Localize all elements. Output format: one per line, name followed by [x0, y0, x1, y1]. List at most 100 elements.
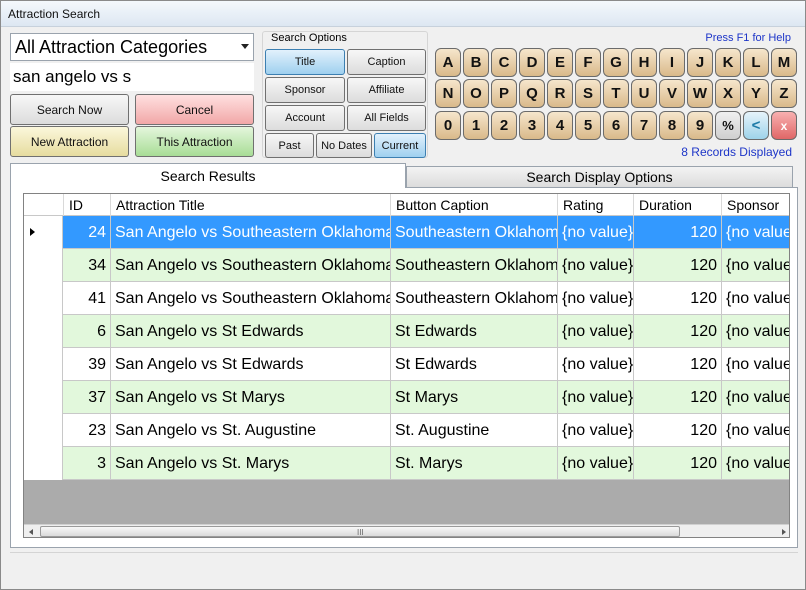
key-n[interactable]: N — [435, 79, 461, 108]
table-row[interactable]: 41 San Angelo vs Southeastern Oklahoma Sou… — [24, 282, 789, 315]
key-7[interactable]: 7 — [631, 111, 657, 140]
key-d[interactable]: D — [519, 48, 545, 77]
cell-duration[interactable]: 120 — [634, 348, 722, 381]
key-m[interactable]: M — [771, 48, 797, 77]
cell-duration[interactable]: 120 — [634, 414, 722, 447]
table-row[interactable]: 39 San Angelo vs St Edwards St Edwards {no … — [24, 348, 789, 381]
table-row[interactable]: 6 San Angelo vs St Edwards St Edwards {no v… — [24, 315, 789, 348]
cell-rating[interactable]: {no value} — [558, 414, 634, 447]
key-4[interactable]: 4 — [547, 111, 573, 140]
key-2[interactable]: 2 — [491, 111, 517, 140]
cell-title[interactable]: San Angelo vs St Edwards — [111, 315, 391, 348]
cell-caption[interactable]: Southeastern Oklahom — [391, 249, 558, 282]
cell-sponsor[interactable]: {no value} — [722, 249, 789, 282]
results-grid[interactable]: ID Attraction Title Button Caption Ratin… — [23, 193, 790, 538]
row-header[interactable] — [24, 282, 63, 315]
cell-id[interactable]: 24 — [64, 216, 111, 249]
cell-id[interactable]: 39 — [64, 348, 111, 381]
table-row[interactable]: 34 San Angelo vs Southeastern Oklahoma Sou… — [24, 249, 789, 282]
cell-id[interactable]: 34 — [64, 249, 111, 282]
key-y[interactable]: Y — [743, 79, 769, 108]
cancel-button[interactable]: Cancel — [135, 94, 254, 125]
key-w[interactable]: W — [687, 79, 713, 108]
scroll-left-icon[interactable] — [29, 529, 33, 535]
column-header-sponsor[interactable]: Sponsor — [722, 194, 789, 216]
option-affiliate-button[interactable]: Affiliate — [347, 77, 426, 103]
cell-rating[interactable]: {no value} — [558, 315, 634, 348]
key-q[interactable]: Q — [519, 79, 545, 108]
key-5[interactable]: 5 — [575, 111, 601, 140]
cell-sponsor[interactable]: {no value} — [722, 282, 789, 315]
key-g[interactable]: G — [603, 48, 629, 77]
cell-title[interactable]: San Angelo vs Southeastern Oklahoma — [111, 249, 391, 282]
row-header[interactable] — [24, 447, 63, 480]
cell-duration[interactable]: 120 — [634, 381, 722, 414]
row-header[interactable] — [24, 348, 63, 381]
key-t[interactable]: T — [603, 79, 629, 108]
cell-sponsor[interactable]: {no value} — [722, 381, 789, 414]
cell-duration[interactable]: 120 — [634, 216, 722, 249]
key-h[interactable]: H — [631, 48, 657, 77]
key-z[interactable]: Z — [771, 79, 797, 108]
option-sponsor-button[interactable]: Sponsor — [265, 77, 345, 103]
cell-caption[interactable]: St Marys — [391, 381, 558, 414]
cell-caption[interactable]: Southeastern Oklahom — [391, 282, 558, 315]
cell-title[interactable]: San Angelo vs St. Augustine — [111, 414, 391, 447]
cell-duration[interactable]: 120 — [634, 249, 722, 282]
row-header[interactable] — [24, 249, 63, 282]
category-select[interactable]: All Attraction Categories — [10, 33, 254, 61]
search-now-button[interactable]: Search Now — [10, 94, 129, 125]
key-p[interactable]: P — [491, 79, 517, 108]
key-o[interactable]: O — [463, 79, 489, 108]
key-a[interactable]: A — [435, 48, 461, 77]
key-i[interactable]: I — [659, 48, 685, 77]
row-header[interactable] — [24, 414, 63, 447]
column-header-rating[interactable]: Rating — [558, 194, 634, 216]
cell-duration[interactable]: 120 — [634, 447, 722, 480]
cell-sponsor[interactable]: {no value} — [722, 447, 789, 480]
key-f[interactable]: F — [575, 48, 601, 77]
table-row[interactable]: 3 San Angelo vs St. Marys St. Marys {no val… — [24, 447, 789, 480]
row-header[interactable] — [24, 315, 63, 348]
key-backspace[interactable]: < — [743, 111, 769, 140]
column-header-caption[interactable]: Button Caption — [391, 194, 558, 216]
cell-caption[interactable]: St. Marys — [391, 447, 558, 480]
cell-id[interactable]: 23 — [64, 414, 111, 447]
key-v[interactable]: V — [659, 79, 685, 108]
cell-duration[interactable]: 120 — [634, 315, 722, 348]
cell-id[interactable]: 41 — [64, 282, 111, 315]
key-percent[interactable]: % — [715, 111, 741, 140]
search-input[interactable] — [10, 63, 254, 91]
new-attraction-button[interactable]: New Attraction — [10, 126, 129, 157]
key-k[interactable]: K — [715, 48, 741, 77]
key-r[interactable]: R — [547, 79, 573, 108]
cell-sponsor[interactable]: {no value} — [722, 348, 789, 381]
horizontal-scrollbar[interactable]: III — [24, 524, 789, 537]
row-header[interactable] — [24, 381, 63, 414]
cell-title[interactable]: San Angelo vs St. Marys — [111, 447, 391, 480]
key-u[interactable]: U — [631, 79, 657, 108]
scroll-right-icon[interactable] — [782, 529, 786, 535]
cell-sponsor[interactable]: {no value} — [722, 315, 789, 348]
tab-search-display-options[interactable]: Search Display Options — [406, 166, 793, 188]
scroll-thumb[interactable]: III — [40, 526, 680, 537]
cell-title[interactable]: San Angelo vs St Edwards — [111, 348, 391, 381]
option-title-button[interactable]: Title — [265, 49, 345, 75]
cell-duration[interactable]: 120 — [634, 282, 722, 315]
key-x[interactable]: X — [715, 79, 741, 108]
cell-caption[interactable]: St. Augustine — [391, 414, 558, 447]
table-row[interactable]: 37 San Angelo vs St Marys St Marys {no valu… — [24, 381, 789, 414]
key-clear[interactable]: x — [771, 111, 797, 140]
key-3[interactable]: 3 — [519, 111, 545, 140]
key-c[interactable]: C — [491, 48, 517, 77]
key-8[interactable]: 8 — [659, 111, 685, 140]
cell-title[interactable]: San Angelo vs Southeastern Oklahoma — [111, 216, 391, 249]
option-current-button[interactable]: Current — [374, 133, 426, 158]
key-9[interactable]: 9 — [687, 111, 713, 140]
cell-title[interactable]: San Angelo vs St Marys — [111, 381, 391, 414]
key-j[interactable]: J — [687, 48, 713, 77]
tab-search-results[interactable]: Search Results — [10, 163, 406, 188]
this-attraction-button[interactable]: This Attraction — [135, 126, 254, 157]
column-header-id[interactable]: ID — [64, 194, 111, 216]
key-1[interactable]: 1 — [463, 111, 489, 140]
